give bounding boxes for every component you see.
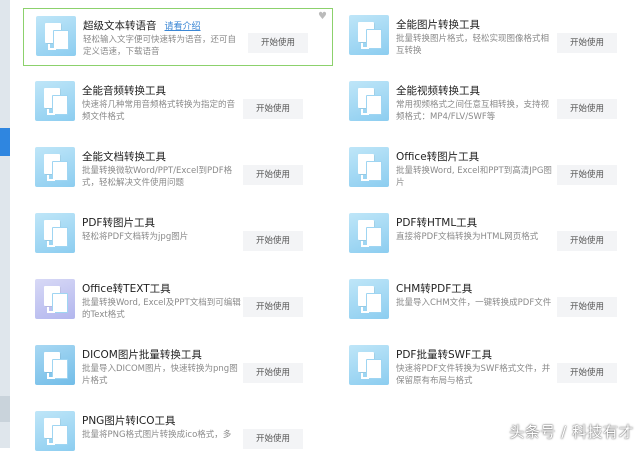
tool-title: 全能音频转换工具 xyxy=(82,85,166,97)
intro-link[interactable]: 请看介绍 xyxy=(165,22,201,32)
start-button[interactable]: 开始使用 xyxy=(557,33,617,53)
start-button[interactable]: 开始使用 xyxy=(557,165,617,185)
tool-title: Office转TEXT工具 xyxy=(82,283,171,295)
tool-title: 全能文档转换工具 xyxy=(82,151,166,163)
tool-card-tts[interactable]: 超级文本转语音 请看介绍 轻松输入文字便可快速转为语音，还可自定义语速，下载语音 … xyxy=(23,8,333,66)
tool-card-office-to-text[interactable]: Office转TEXT工具 批量转换Word, Excel及PPT文档到可编辑的… xyxy=(23,272,323,328)
watermark: 头条号 / 科技有才 xyxy=(509,423,634,441)
tool-desc: 批量将PNG格式图片转换成ico格式，多 xyxy=(82,430,232,440)
pdf-to-image-icon xyxy=(35,213,75,253)
tool-card-png-to-ico[interactable]: PNG图片转ICO工具 批量将PNG格式图片转换成ico格式，多 开始使用 xyxy=(23,404,323,451)
tool-title: 全能视频转换工具 xyxy=(396,85,480,97)
tool-title: DICOM图片批量转换工具 xyxy=(82,349,202,361)
start-button[interactable]: 开始使用 xyxy=(243,165,303,185)
tool-title: PDF批量转SWF工具 xyxy=(396,349,493,361)
start-button[interactable]: 开始使用 xyxy=(243,231,303,251)
tool-title: 超级文本转语音 请看介绍 xyxy=(83,20,201,32)
dicom-convert-icon xyxy=(35,345,75,385)
start-button[interactable]: 开始使用 xyxy=(243,429,303,449)
tool-desc: 快速将几种常用音频格式转换为指定的音频文件格式 xyxy=(82,100,236,122)
video-convert-icon xyxy=(349,81,389,121)
chm-to-pdf-icon xyxy=(349,279,389,319)
tool-card-office-to-image[interactable]: Office转图片工具 批量转换Word, Excel和PPT到高清JPG图片 … xyxy=(337,140,637,196)
tool-title: CHM转PDF工具 xyxy=(396,283,473,295)
pdf-to-html-icon xyxy=(349,213,389,253)
tool-desc: 轻松输入文字便可快速转为语音，还可自定义语速，下载语音 xyxy=(83,35,237,57)
tool-title: PNG图片转ICO工具 xyxy=(82,415,176,427)
tool-title: 全能图片转换工具 xyxy=(396,19,480,31)
tool-card-video-convert[interactable]: 全能视频转换工具 常用视频格式之间任意互相转换，支持视频格式：MP4/FLV/S… xyxy=(337,74,637,130)
tool-title: PDF转HTML工具 xyxy=(396,217,478,229)
tool-title: Office转图片工具 xyxy=(396,151,480,163)
tool-title: PDF转图片工具 xyxy=(82,217,155,229)
start-button[interactable]: 开始使用 xyxy=(243,363,303,383)
tool-desc: 快速将PDF文件转换为SWF格式文件，并保留原有布局与格式 xyxy=(396,364,551,386)
tool-desc: 批量转换Word, Excel及PPT文档到可编辑的Text格式 xyxy=(82,298,241,320)
tool-desc: 直接将PDF文档转换为HTML网页格式 xyxy=(396,232,539,242)
tool-desc: 批量导入CHM文件，一键转换成PDF文件 xyxy=(396,298,552,308)
tool-desc: 轻松将PDF文档转为jpg图片 xyxy=(82,232,189,242)
pdf-to-swf-icon xyxy=(349,345,389,385)
start-button[interactable]: 开始使用 xyxy=(243,297,303,317)
png-to-ico-icon xyxy=(35,411,75,451)
tool-card-image-convert[interactable]: 全能图片转换工具 批量转换图片格式，轻松实现图像格式相互转换 开始使用 xyxy=(337,8,637,64)
start-button[interactable]: 开始使用 xyxy=(557,297,617,317)
tool-desc: 批量转换微软Word/PPT/Excel到PDF格式，轻松解决文件使用问题 xyxy=(82,166,233,188)
tool-card-pdf-to-html[interactable]: PDF转HTML工具 直接将PDF文档转换为HTML网页格式 开始使用 xyxy=(337,206,637,262)
tool-grid: 超级文本转语音 请看介绍 轻松输入文字便可快速转为语音，还可自定义语速，下载语音 … xyxy=(0,0,640,451)
document-convert-icon xyxy=(35,147,75,187)
image-convert-icon xyxy=(349,15,389,55)
tool-card-pdf-to-swf[interactable]: PDF批量转SWF工具 快速将PDF文件转换为SWF格式文件，并保留原有布局与格… xyxy=(337,338,637,394)
office-to-text-icon xyxy=(35,279,75,319)
heart-icon[interactable]: ♥ xyxy=(318,12,328,22)
text-to-speech-icon xyxy=(36,16,76,56)
start-button[interactable]: 开始使用 xyxy=(557,99,617,119)
tool-card-audio-convert[interactable]: 全能音频转换工具 快速将几种常用音频格式转换为指定的音频文件格式 开始使用 xyxy=(23,74,323,130)
tool-card-chm-to-pdf[interactable]: CHM转PDF工具 批量导入CHM文件，一键转换成PDF文件 开始使用 xyxy=(337,272,637,328)
tool-card-document-convert[interactable]: 全能文档转换工具 批量转换微软Word/PPT/Excel到PDF格式，轻松解决… xyxy=(23,140,323,196)
office-to-image-icon xyxy=(349,147,389,187)
start-button[interactable]: 开始使用 xyxy=(248,33,308,53)
start-button[interactable]: 开始使用 xyxy=(557,363,617,383)
tool-card-dicom-convert[interactable]: DICOM图片批量转换工具 批量导入DICOM图片，快速转换为png图片格式 开… xyxy=(23,338,323,394)
tool-card-pdf-to-image[interactable]: PDF转图片工具 轻松将PDF文档转为jpg图片 开始使用 xyxy=(23,206,323,262)
tool-desc: 批量转换图片格式，轻松实现图像格式相互转换 xyxy=(396,34,550,56)
tool-desc: 批量转换Word, Excel和PPT到高清JPG图片 xyxy=(396,166,552,188)
audio-convert-icon xyxy=(35,81,75,121)
tool-desc: 常用视频格式之间任意互相转换，支持视频格式：MP4/FLV/SWF等 xyxy=(396,100,550,122)
start-button[interactable]: 开始使用 xyxy=(243,99,303,119)
start-button[interactable]: 开始使用 xyxy=(557,231,617,251)
tool-desc: 批量导入DICOM图片，快速转换为png图片格式 xyxy=(82,364,238,386)
